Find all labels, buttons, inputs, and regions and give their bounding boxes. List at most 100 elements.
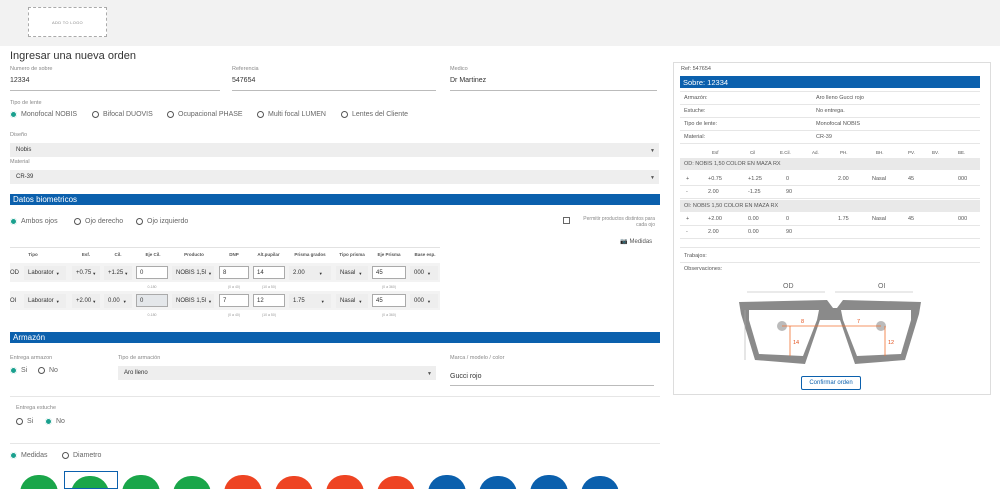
divider — [680, 262, 980, 263]
eje-prisma-hint: (0 a 360) — [381, 313, 396, 317]
summary-cell: 000 — [958, 176, 968, 182]
summary-cell: 45 — [908, 216, 915, 222]
alt-input-od[interactable]: 14 — [253, 266, 285, 279]
logo-placeholder: ADD TO LOGO — [28, 7, 107, 37]
tipo-option-multifocal[interactable]: Multi focal LUMEN — [257, 111, 326, 118]
divider — [10, 443, 660, 444]
medidas-link[interactable]: 📷 Medidas — [620, 238, 652, 246]
eje-input-od[interactable]: 0 — [136, 266, 168, 279]
caret-down-icon: ▼ — [320, 298, 325, 304]
marca-input[interactable]: Gucci rojo — [450, 373, 482, 380]
entrega-estuche-no[interactable]: No — [45, 418, 65, 425]
eje-prisma-input-oi[interactable]: 45 — [372, 294, 406, 307]
producto-select-od[interactable]: NOBIS 1,5l ▼ — [172, 266, 214, 280]
prisma-select-oi[interactable]: 1.75 ▼ — [289, 294, 331, 308]
eje-input-oi[interactable]: 0 — [136, 294, 168, 307]
col-header-tipo: Tipo — [28, 252, 38, 257]
medida-option-diametro[interactable]: Diametro — [62, 452, 101, 459]
prisma-select-od[interactable]: 2.00 ▼ — [289, 266, 331, 280]
tipo-select-oi[interactable]: Laborator ▼ — [24, 294, 66, 308]
eye-option-ambos[interactable]: Ambos ojos — [10, 218, 58, 225]
lens-shape-option[interactable] — [122, 475, 160, 489]
dnp-input-od[interactable]: 8 — [219, 266, 249, 279]
tipo-option-ocupacional[interactable]: Ocupacional PHASE — [167, 111, 243, 118]
lens-shape-selected-frame — [64, 471, 118, 489]
tipo-option-cliente[interactable]: Lentes del Cliente — [341, 111, 408, 118]
permitir-checkbox[interactable] — [563, 217, 570, 224]
alt-input-oi[interactable]: 12 — [253, 294, 285, 307]
lens-shape-option[interactable] — [20, 475, 58, 489]
eye-option-derecho[interactable]: Ojo derecho — [74, 218, 123, 225]
entrega-estuche-label: Entrega estuche — [16, 405, 57, 411]
lens-shape-option[interactable] — [326, 475, 364, 489]
lens-shape-option[interactable] — [581, 476, 619, 489]
col-header-alt: Alt.pupilar — [257, 252, 280, 257]
summary-cell: -1.25 — [748, 189, 761, 195]
radio-selected-icon — [10, 452, 17, 459]
tipo-prisma-select-od[interactable]: Nasal ▼ — [336, 266, 368, 280]
summary-ref: Ref: 547654 — [681, 66, 711, 72]
entrega-estuche-si[interactable]: Si — [16, 418, 33, 425]
base-select-oi[interactable]: 000 ▼ — [410, 294, 438, 308]
lens-shape-option[interactable] — [173, 476, 211, 489]
dnp-hint: (0 a 40) — [227, 285, 241, 289]
radio-selected-icon — [10, 218, 17, 225]
divider — [680, 130, 980, 131]
summary-cell: - — [686, 229, 688, 235]
eye-option-izquierdo[interactable]: Ojo izquierdo — [136, 218, 188, 225]
caret-down-icon: ▼ — [427, 270, 431, 276]
summary-cell: 2.00 — [708, 189, 719, 195]
esf-select-od[interactable]: +0.75 ▼ — [72, 266, 100, 280]
lens-shape-option[interactable] — [479, 476, 517, 489]
radio-icon — [136, 218, 143, 225]
summary-cell: Nasal — [872, 176, 887, 182]
summary-cell: Nasal — [872, 216, 887, 222]
producto-select-oi[interactable]: NOBIS 1,5l ▼ — [172, 294, 214, 308]
camera-icon: 📷 — [620, 239, 628, 245]
summary-sobre-header: Sobre: 12334 — [680, 76, 980, 88]
summary-col-header: PV. — [908, 150, 915, 155]
od-alt-value: 14 — [793, 340, 799, 346]
esf-select-oi[interactable]: +2.00 ▼ — [72, 294, 100, 308]
detail-value: CR-39 — [816, 134, 832, 140]
medico-input[interactable]: Dr Martinez — [450, 77, 486, 84]
divider — [10, 396, 660, 397]
medida-option-medidas[interactable]: Medidas — [10, 452, 47, 459]
lens-shape-option[interactable] — [275, 476, 313, 489]
eje-prisma-input-od[interactable]: 45 — [372, 266, 406, 279]
caret-down-icon: ▼ — [208, 270, 212, 276]
divider — [680, 104, 980, 105]
radio-icon — [16, 418, 23, 425]
tipo-option-bifocal[interactable]: Bifocal DUOVIS — [92, 111, 153, 118]
ref-input[interactable]: 547654 — [232, 77, 255, 84]
tipo-option-monofocal[interactable]: Monofocal NOBIS — [10, 111, 77, 118]
radio-icon — [62, 452, 69, 459]
lens-shape-option[interactable] — [530, 475, 568, 489]
cil-select-oi[interactable]: 0.00 ▼ — [104, 294, 132, 308]
tipo-select-od[interactable]: Laborator ▼ — [24, 266, 66, 280]
lens-shape-option[interactable] — [377, 476, 415, 489]
lens-shape-option[interactable] — [224, 475, 262, 489]
summary-cell: +0.75 — [708, 176, 722, 182]
summary-col-header: E.Cil. — [780, 150, 791, 155]
diseno-select[interactable]: Nobis ▼ — [10, 143, 659, 157]
lens-shape-option[interactable] — [428, 475, 466, 489]
sobre-input[interactable]: 12334 — [10, 77, 29, 84]
cil-select-od[interactable]: +1.25 ▼ — [104, 266, 132, 280]
confirm-order-button[interactable]: Confirmar orden — [801, 376, 861, 390]
entrega-armazon-no[interactable]: No — [38, 367, 58, 374]
od-dnp-value: 8 — [801, 319, 804, 325]
material-select[interactable]: CR-39 ▼ — [10, 170, 659, 184]
tipo-armacion-select[interactable]: Aro lleno ▼ — [118, 366, 436, 380]
caret-down-icon: ▼ — [55, 270, 60, 276]
tipo-prisma-select-oi[interactable]: Nasal ▼ — [336, 294, 368, 308]
medico-label: Medico — [450, 66, 468, 72]
tipo-armacion-label: Tipo de armación — [118, 355, 161, 361]
caret-down-icon: ▼ — [650, 148, 655, 154]
entrega-armazon-si[interactable]: Si — [10, 367, 27, 374]
dnp-input-oi[interactable]: 7 — [219, 294, 249, 307]
base-select-od[interactable]: 000 ▼ — [410, 266, 438, 280]
col-header-eje: Eje Cil. — [145, 252, 161, 257]
oi-product-title: OI: NOBIS 1,50 COLOR EN MAZA RX — [684, 203, 779, 209]
summary-col-header: BH. — [876, 150, 884, 155]
